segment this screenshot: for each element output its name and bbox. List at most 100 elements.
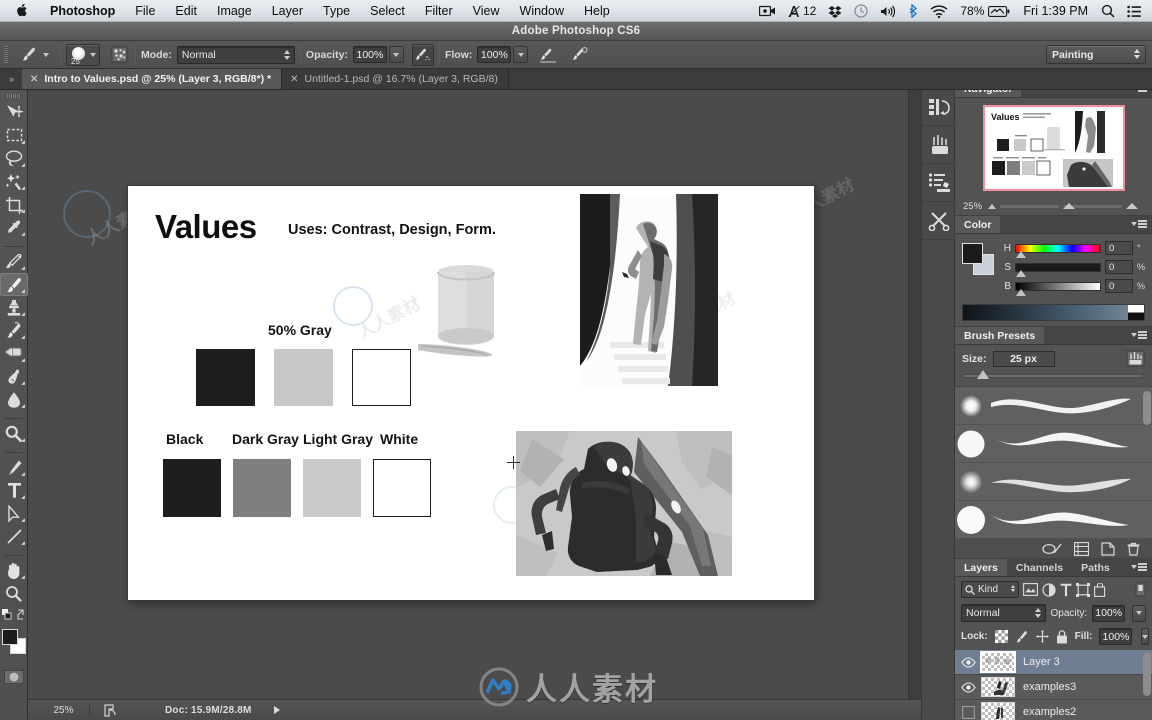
panel-menu-icon[interactable] <box>1131 563 1147 571</box>
active-tool-preset-picker[interactable] <box>12 45 55 64</box>
saturation-slider-knob[interactable] <box>1016 269 1026 277</box>
history-panel-button[interactable] <box>922 88 956 126</box>
layer-visibility-toggle[interactable] <box>955 705 981 719</box>
adjustment-filter-icon[interactable] <box>1042 582 1056 597</box>
list-item[interactable] <box>955 463 1152 501</box>
list-item[interactable] <box>955 425 1152 463</box>
layer-filter-kind-select[interactable]: Kind <box>961 581 1019 598</box>
table-row[interactable]: examples2 <box>955 700 1152 720</box>
layer-fill-input[interactable]: 100% <box>1099 628 1133 645</box>
lock-all-icon[interactable] <box>1056 629 1068 644</box>
document-tab-active[interactable]: ✕ Intro to Values.psd @ 25% (Layer 3, RG… <box>22 69 283 89</box>
zoom-out-icon[interactable] <box>988 203 997 209</box>
preview-icon[interactable] <box>104 703 117 717</box>
tool-preset-chevron-icon[interactable] <box>43 52 49 57</box>
tool-flyout-indicator[interactable] <box>21 289 25 293</box>
hue-input[interactable]: 0 <box>1105 241 1133 255</box>
tool-flyout-indicator[interactable] <box>21 541 25 545</box>
menu-image[interactable]: Image <box>207 0 262 22</box>
notification-center-icon[interactable] <box>1121 5 1148 18</box>
brightness-slider-knob[interactable] <box>1016 288 1026 296</box>
quick-selection-tool[interactable] <box>0 170 28 193</box>
tab-paths[interactable]: Paths <box>1072 559 1119 576</box>
navigator-zoom-handle[interactable] <box>1063 203 1075 209</box>
rectangular-marquee-tool[interactable] <box>0 124 28 147</box>
layer-opacity-stepper[interactable] <box>1132 604 1146 622</box>
pen-tool[interactable] <box>0 456 28 479</box>
tool-flyout-indicator[interactable] <box>21 495 25 499</box>
menu-layer[interactable]: Layer <box>262 0 313 22</box>
brush-size-slider[interactable] <box>963 370 1144 382</box>
canvas-area[interactable]: 人人素材 人人素材 人人素材 人人素材 人人素材 人人素材 人人素材 Value… <box>28 90 921 699</box>
zoom-level-input[interactable]: 25% <box>38 704 90 716</box>
tool-flyout-indicator[interactable] <box>21 381 25 385</box>
tool-flyout-indicator[interactable] <box>21 335 25 339</box>
lock-image-pixels-icon[interactable] <box>1015 630 1029 643</box>
flow-input[interactable]: 100% <box>477 46 512 63</box>
tab-color[interactable]: Color <box>955 216 1001 233</box>
tab-layers[interactable]: Layers <box>955 559 1007 576</box>
table-row[interactable]: Layer 3 <box>955 650 1152 675</box>
clone-stamp-tool[interactable] <box>0 296 28 319</box>
time-machine-icon[interactable] <box>848 4 874 18</box>
tool-flyout-indicator[interactable] <box>21 518 25 522</box>
tool-flyout-indicator[interactable] <box>21 438 25 442</box>
path-selection-tool[interactable] <box>0 502 28 525</box>
eyedropper-tool[interactable] <box>0 216 28 239</box>
lasso-tool[interactable] <box>0 147 28 170</box>
move-tool[interactable] <box>0 101 28 124</box>
tool-flyout-indicator[interactable] <box>21 312 25 316</box>
brush-tool[interactable] <box>0 273 28 296</box>
lock-transparent-pixels-icon[interactable] <box>994 630 1008 643</box>
layer-thumbnail[interactable] <box>980 651 1016 673</box>
opacity-input[interactable]: 100% <box>352 46 387 63</box>
brush-panel-icon[interactable] <box>1126 350 1145 367</box>
stepper-arrows-icon[interactable] <box>1034 608 1041 618</box>
menu-photoshop[interactable]: Photoshop <box>40 0 125 22</box>
layer-opacity-input[interactable]: 100% <box>1092 604 1126 622</box>
brush-preset-list[interactable] <box>955 386 1152 539</box>
canvas-vertical-scrollbar[interactable] <box>908 90 921 699</box>
gradient-tool[interactable] <box>0 365 28 388</box>
lock-position-icon[interactable] <box>1035 630 1049 643</box>
opacity-stepper[interactable] <box>388 46 404 63</box>
pressure-size-icon[interactable] <box>569 44 591 66</box>
healing-brush-tool[interactable] <box>0 250 28 273</box>
history-brush-tool[interactable] <box>0 319 28 342</box>
tab-brush-presets[interactable]: Brush Presets <box>955 327 1045 344</box>
new-brush-icon[interactable] <box>1101 541 1115 556</box>
brush-panel-icon[interactable] <box>108 44 130 66</box>
blur-tool[interactable] <box>0 388 28 411</box>
spotlight-search-icon[interactable] <box>1095 4 1121 18</box>
close-icon[interactable]: ✕ <box>30 74 38 85</box>
list-item[interactable] <box>955 501 1152 539</box>
tools-panel-grip[interactable] <box>0 90 27 101</box>
color-panel-swatches[interactable] <box>962 243 994 275</box>
blend-mode-select[interactable]: Normal <box>176 45 295 64</box>
flow-stepper[interactable] <box>513 46 529 63</box>
shape-filter-icon[interactable] <box>1076 582 1090 597</box>
tool-flyout-indicator[interactable] <box>21 163 25 167</box>
document-tab-inactive[interactable]: ✕ Untitled-1.psd @ 16.7% (Layer 3, RGB/8… <box>282 69 509 89</box>
layer-name[interactable]: Layer 3 <box>1023 656 1060 668</box>
hue-slider[interactable] <box>1015 243 1101 258</box>
brightness-slider[interactable] <box>1015 281 1101 296</box>
layer-fill-stepper[interactable] <box>1141 628 1150 645</box>
tool-flyout-indicator[interactable] <box>21 404 25 408</box>
layer-name[interactable]: examples3 <box>1023 681 1076 693</box>
list-item[interactable] <box>955 387 1152 425</box>
black-white-swatches[interactable] <box>1128 305 1144 320</box>
color-spectrum-ramp[interactable] <box>962 304 1145 321</box>
zoom-tool[interactable] <box>0 582 28 605</box>
document-info[interactable]: Doc: 15.9M/28.8M <box>155 705 252 716</box>
play-arrow-icon[interactable] <box>273 706 280 714</box>
alfred-icon[interactable]: 12 <box>782 0 822 22</box>
navigator-zoom-slider[interactable] <box>988 203 1139 209</box>
menu-filter[interactable]: Filter <box>415 0 463 22</box>
type-tool[interactable] <box>0 479 28 502</box>
layer-list[interactable]: Layer 3 examples3 examples2 <box>955 650 1152 720</box>
navigator-zoom-value[interactable]: 25% <box>963 201 982 212</box>
layer-thumbnail[interactable] <box>981 702 1015 720</box>
type-filter-icon[interactable] <box>1060 583 1072 597</box>
tool-flyout-indicator[interactable] <box>21 575 25 579</box>
